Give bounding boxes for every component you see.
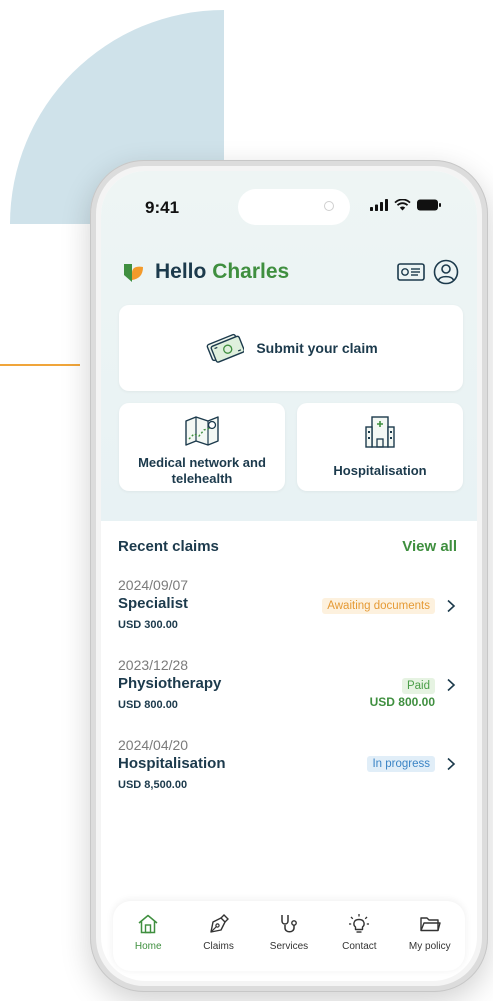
claim-title: Hospitalisation [118,755,226,772]
nav-claims[interactable]: Claims [188,913,250,952]
status-icons [370,199,441,211]
money-icon [206,333,245,363]
status-time: 9:41 [145,198,180,217]
nav-label: Home [134,941,162,952]
dynamic-island [238,189,350,225]
battery-icon [417,199,441,211]
nav-label: Contact [342,941,377,952]
claim-date: 2024/09/07 [118,577,189,593]
hospital-icon [365,416,395,448]
map-icon [185,416,219,446]
view-all-link[interactable]: View all [402,538,457,555]
nav-home[interactable]: Home [117,913,179,952]
profile-icon[interactable] [433,259,459,285]
app-screen: 9:41 Hello Charles Submit your claim Med… [101,171,477,981]
hospitalisation-button[interactable]: Hospitalisation [297,403,463,491]
decorative-line [0,364,80,366]
pen-icon [209,914,229,933]
claim-row[interactable]: 2023/12/28 Physiotherapy USD 800.00 Paid… [118,657,457,723]
bottom-navigation: Home Claims Services Contact My policy [113,901,465,971]
claim-amount: USD 800.00 [118,699,178,711]
paid-amount: USD 800.00 [369,695,435,709]
claim-amount: USD 8,500.00 [118,779,188,791]
medical-network-button[interactable]: Medical network and telehealth [119,403,285,491]
nav-label: Claims [203,941,234,952]
medical-network-label: Medical network and telehealth [138,455,266,486]
leaf-logo-icon [124,264,143,282]
greeting-title: Hello Charles [155,260,289,284]
claim-title: Specialist [118,595,189,612]
claim-date: 2023/12/28 [118,657,189,673]
signal-icon [370,199,388,211]
claim-date: 2024/04/20 [118,737,189,753]
claim-row[interactable]: 2024/09/07 Specialist USD 300.00 Awaitin… [118,577,457,643]
recent-claims-title: Recent claims [118,538,219,555]
wifi-icon [394,199,411,211]
lightbulb-icon [349,914,370,933]
home-icon [138,914,158,934]
chevron-right-icon[interactable] [445,678,457,692]
status-badge: Paid [401,678,435,694]
folder-icon [420,917,441,932]
nav-label: My policy [408,941,451,952]
status-badge: In progress [367,756,435,772]
status-bar: 9:41 [101,171,477,231]
nav-label: Services [269,941,309,952]
header-actions [397,259,459,285]
claim-amount: USD 300.00 [118,619,178,631]
chevron-right-icon[interactable] [445,757,457,771]
recent-claims-header: Recent claims View all [118,538,457,556]
nav-services[interactable]: Services [258,913,320,952]
hospitalisation-label: Hospitalisation [333,463,427,478]
submit-claim-button[interactable]: Submit your claim [119,305,463,391]
id-card-icon[interactable] [397,262,425,282]
claim-row[interactable]: 2024/04/20 Hospitalisation USD 8,500.00 … [118,737,457,803]
status-badge: Awaiting documents [322,598,435,614]
nav-my-policy[interactable]: My policy [399,913,461,952]
user-name: Charles [212,260,290,283]
nav-contact[interactable]: Contact [328,913,390,952]
app-header: Hello Charles [123,259,459,289]
stethoscope-icon [281,915,297,933]
phone-frame: 9:41 Hello Charles Submit your claim Med… [90,160,488,992]
greeting-word: Hello [155,260,207,283]
submit-claim-label: Submit your claim [256,340,378,356]
claim-title: Physiotherapy [118,675,222,692]
chevron-right-icon[interactable] [445,599,457,613]
camera-icon [324,201,334,211]
